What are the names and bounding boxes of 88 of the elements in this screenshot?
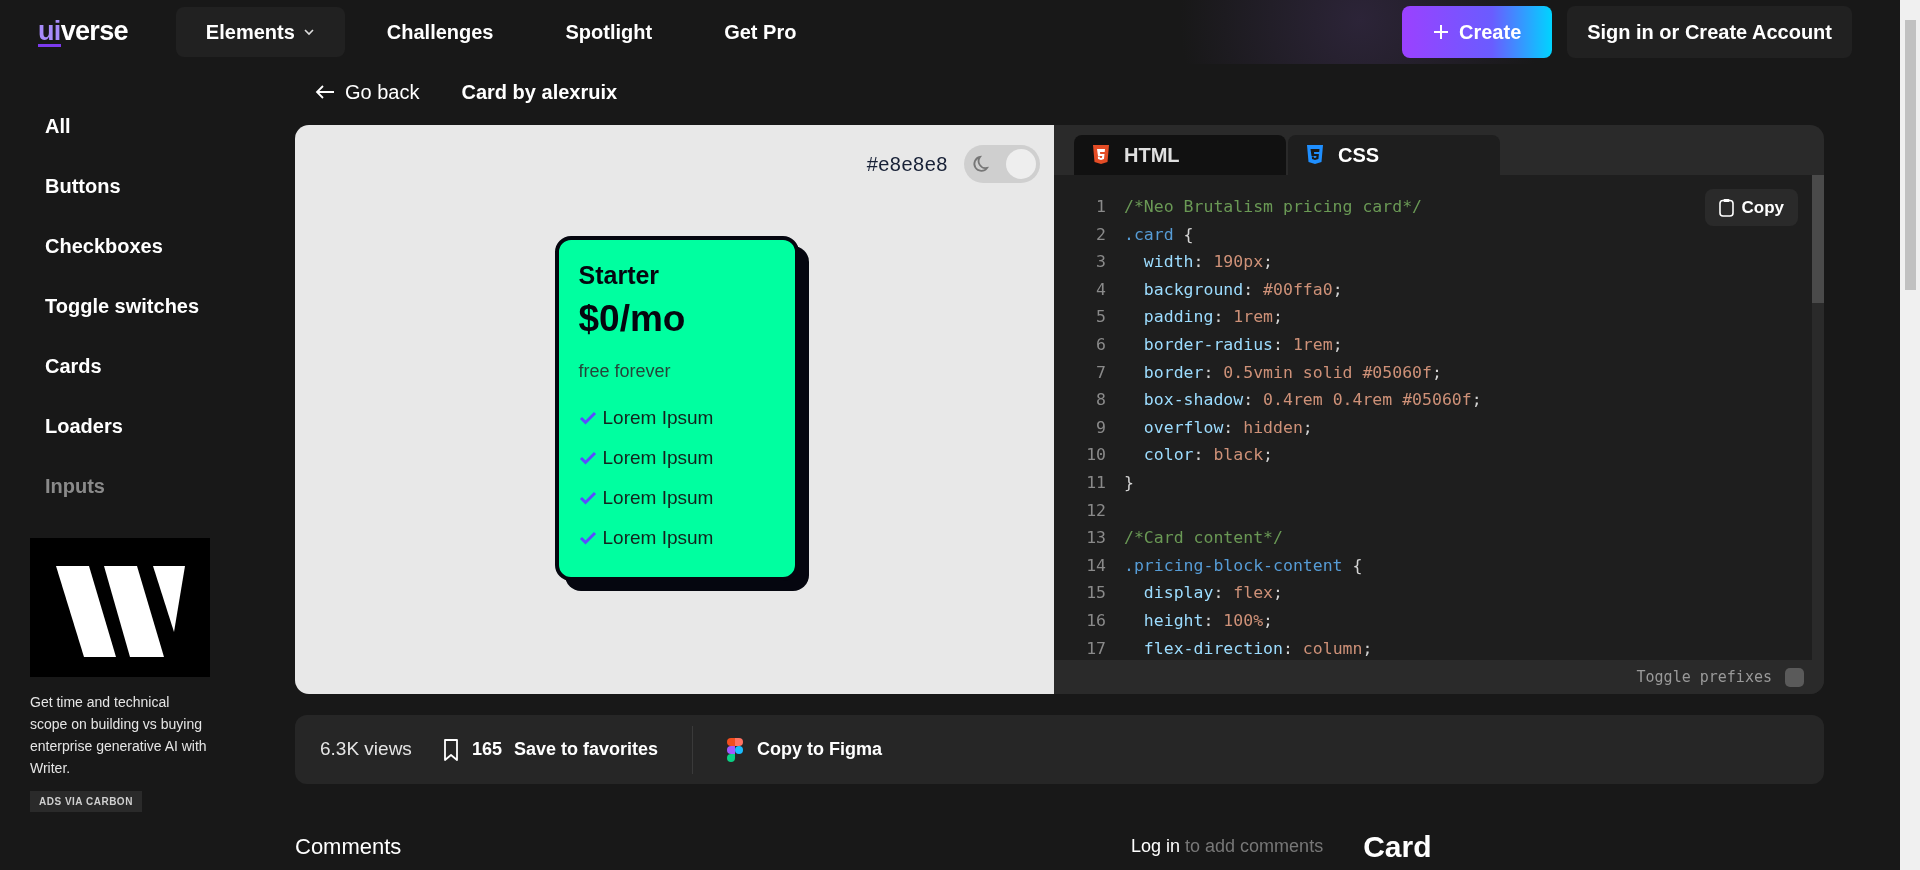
copy-figma-button[interactable]: Copy to Figma (727, 736, 882, 763)
sidebar-link[interactable]: All (45, 113, 295, 140)
figma-icon (727, 737, 743, 762)
line-number: 6 (1095, 333, 1106, 356)
sidebar-link[interactable]: Loaders (45, 413, 295, 440)
nav-link[interactable]: Spotlight (535, 7, 683, 57)
code-tab[interactable]: CSS (1288, 135, 1500, 175)
code-line: border-radius: 1rem; (1142, 333, 1343, 356)
plan-note: free forever (578, 360, 672, 383)
bookmark-icon (441, 737, 460, 762)
line-number: 14 (1085, 554, 1106, 577)
prefixes-checkbox[interactable] (1785, 667, 1804, 687)
line-number: 3 (1095, 251, 1106, 274)
sidebar-link[interactable]: Buttons (45, 173, 295, 200)
views-count: 6.3K views (320, 737, 412, 762)
line-number: 17 (1085, 637, 1106, 660)
code-line: display: flex; (1142, 582, 1283, 605)
line-number: 8 (1095, 389, 1106, 412)
line-number: 9 (1095, 416, 1106, 439)
feature-text: Lorem Ipsum (602, 406, 714, 430)
ads-badge[interactable]: ADS VIA CARBON (30, 791, 142, 812)
ad-logo[interactable] (30, 538, 210, 677)
css3-icon (1306, 145, 1324, 165)
create-button[interactable]: Create (1402, 6, 1553, 58)
background-color-label[interactable]: #e8e8e8 (866, 149, 948, 179)
line-number: 16 (1085, 609, 1106, 632)
plan-price: $0/mo (578, 297, 687, 341)
sidebar-link[interactable]: Inputs (45, 473, 295, 500)
check-icon (578, 411, 597, 425)
card-heading: Card (1363, 829, 1432, 865)
code-line: padding: 1rem; (1142, 306, 1283, 329)
line-number: 12 (1085, 499, 1106, 522)
code-line: border: 0.5vmin solid #05060f; (1142, 361, 1442, 384)
check-icon (578, 491, 597, 505)
sign-in-button[interactable]: Sign in or Create Account (1567, 6, 1852, 58)
ad-text[interactable]: Get time and technical scope on building vs buying enterprise generative AI with Writer. (30, 691, 210, 779)
sidebar-link[interactable]: Cards (45, 353, 295, 380)
login-link[interactable]: Log in (1131, 836, 1181, 856)
code-line: overflow: hidden; (1142, 416, 1313, 439)
feature-text: Lorem Ipsum (602, 526, 714, 550)
uiverse-logo[interactable]: uiverse (38, 17, 128, 47)
code-line: /*Neo Brutalism pricing card*/ (1123, 196, 1422, 218)
plus-icon (1433, 24, 1449, 40)
plan-title: Starter (578, 260, 661, 290)
comments-title: Comments (295, 833, 403, 861)
line-number: 7 (1095, 361, 1106, 384)
arrow-left-icon (315, 85, 335, 99)
line-number: 13 (1085, 527, 1106, 550)
clipboard-icon (1718, 198, 1734, 217)
favorites-label: Save to favorites (513, 738, 658, 761)
code-tab[interactable]: HTML (1074, 135, 1286, 175)
code-line: flex-direction: column; (1142, 637, 1373, 660)
copy-button[interactable]: Copy (1704, 189, 1798, 226)
feature-text: Lorem Ipsum (602, 446, 714, 470)
check-icon (578, 451, 597, 465)
toggle-prefixes-label: Toggle prefixes (1636, 666, 1772, 688)
check-icon (578, 531, 597, 545)
page-title: Card by alexruix (461, 80, 618, 105)
line-number: 15 (1085, 582, 1106, 605)
code-line: .card { (1123, 223, 1194, 246)
line-number: 11 (1085, 471, 1106, 494)
go-back-link[interactable]: Go back (315, 77, 420, 107)
line-number: 1 (1095, 196, 1106, 218)
line-number: 10 (1085, 444, 1106, 467)
line-number: 2 (1095, 223, 1106, 246)
theme-toggle[interactable] (964, 145, 1040, 183)
nav-link[interactable]: Elements (175, 7, 345, 57)
html5-icon (1092, 145, 1110, 165)
line-number: 5 (1095, 306, 1106, 329)
code-line: /*Card content*/ (1123, 527, 1283, 550)
nav-link[interactable]: Challenges (356, 7, 524, 57)
code-line: } (1123, 471, 1134, 494)
line-number: 4 (1095, 278, 1106, 301)
code-line: .pricing-block-content { (1123, 554, 1363, 577)
login-prompt: Log in to add comments (1131, 835, 1324, 858)
code-line: color: black; (1142, 444, 1274, 467)
chevron-down-icon (302, 28, 315, 36)
code-line: width: 190px; (1142, 251, 1274, 274)
code-line: height: 100%; (1142, 609, 1274, 632)
code-line: box-shadow: 0.4rem 0.4rem #05060f; (1142, 389, 1482, 412)
sidebar-link[interactable]: Toggle switches (45, 293, 295, 320)
save-favorites-button[interactable]: 165 Save to favorites (441, 736, 658, 763)
code-line: background: #00ffa0; (1142, 278, 1343, 301)
sidebar-link[interactable]: Checkboxes (45, 233, 295, 260)
feature-text: Lorem Ipsum (602, 486, 714, 510)
toggle-thumb (1006, 149, 1036, 179)
nav-link[interactable]: Get Pro (694, 7, 827, 57)
favorites-count: 165 (471, 738, 502, 761)
